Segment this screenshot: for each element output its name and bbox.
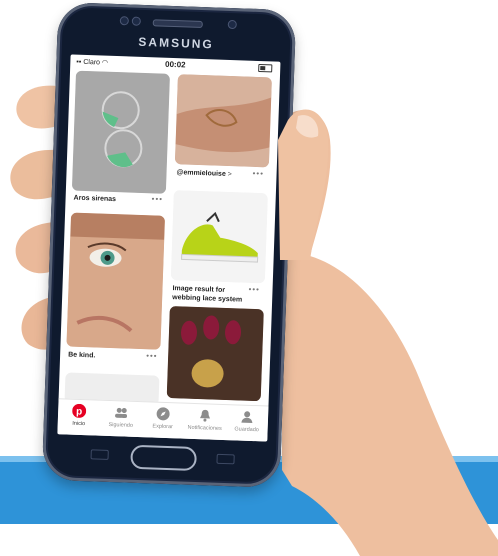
sensor-icon bbox=[131, 16, 141, 26]
pinterest-logo-icon: p bbox=[72, 403, 87, 418]
pin-image[interactable] bbox=[174, 74, 272, 168]
pin-image[interactable] bbox=[66, 212, 166, 350]
thumb-illustration bbox=[278, 109, 329, 260]
people-icon bbox=[115, 407, 128, 419]
svg-text:p: p bbox=[76, 406, 82, 417]
nail-polish-image bbox=[166, 306, 264, 402]
tab-label: Guardado bbox=[234, 426, 259, 434]
pin-author: @emmielouise bbox=[176, 169, 226, 178]
tab-label: Siguiendo bbox=[108, 421, 134, 429]
front-camera-icon bbox=[227, 19, 237, 30]
pin-caption: Be kind. bbox=[68, 351, 96, 360]
tab-guardado[interactable]: Guardado bbox=[226, 409, 269, 433]
bottom-tab-bar: p Inicio Siguiendo Explorar Notificacion… bbox=[57, 398, 269, 442]
battery-icon bbox=[258, 63, 273, 73]
tab-notificaciones[interactable]: Notificaciones bbox=[184, 408, 227, 432]
more-options-icon[interactable]: ••• bbox=[151, 194, 163, 203]
compass-icon bbox=[156, 407, 170, 421]
freckled-face-image bbox=[66, 212, 166, 350]
hoop-earrings-image bbox=[71, 70, 171, 194]
sensor-icon bbox=[119, 16, 129, 26]
person-icon bbox=[241, 411, 253, 423]
chevron-right-icon: > bbox=[227, 170, 232, 179]
tab-siguiendo[interactable]: Siguiendo bbox=[100, 405, 143, 429]
pin-caption: @emmielouise > bbox=[176, 168, 246, 179]
bell-icon bbox=[200, 409, 211, 422]
tab-label: Explorar bbox=[152, 423, 174, 431]
pin-image[interactable] bbox=[71, 70, 171, 194]
pin-image[interactable] bbox=[166, 306, 264, 402]
clock: 00:02 bbox=[164, 59, 186, 70]
tab-inicio[interactable]: p Inicio bbox=[58, 403, 101, 427]
tab-label: Notificaciones bbox=[187, 424, 222, 432]
pin-caption: Aros sirenas bbox=[73, 194, 117, 204]
recent-apps-key[interactable] bbox=[90, 449, 109, 460]
tab-explorar[interactable]: Explorar bbox=[142, 406, 185, 430]
phone-brand: SAMSUNG bbox=[138, 34, 214, 52]
app-screen: ▪▪ Claro ◠ 00:02 Aros sirenas ••• @emmie… bbox=[57, 54, 281, 442]
earpiece-speaker bbox=[152, 19, 203, 29]
home-button[interactable] bbox=[130, 444, 197, 472]
pin-caption: Image result for webbing lace system bbox=[172, 285, 243, 304]
hand-jewelry-image bbox=[174, 74, 272, 168]
pin-image[interactable] bbox=[170, 190, 268, 284]
more-options-icon[interactable]: ••• bbox=[248, 285, 260, 294]
more-options-icon[interactable]: ••• bbox=[252, 169, 264, 178]
tab-label: Inicio bbox=[72, 420, 86, 428]
more-options-icon[interactable]: ••• bbox=[146, 351, 158, 360]
smartphone: SAMSUNG ▪▪ Claro ◠ 00:02 Aros sirenas ••… bbox=[41, 1, 297, 488]
sneaker-image bbox=[170, 190, 268, 284]
back-key[interactable] bbox=[216, 453, 235, 465]
